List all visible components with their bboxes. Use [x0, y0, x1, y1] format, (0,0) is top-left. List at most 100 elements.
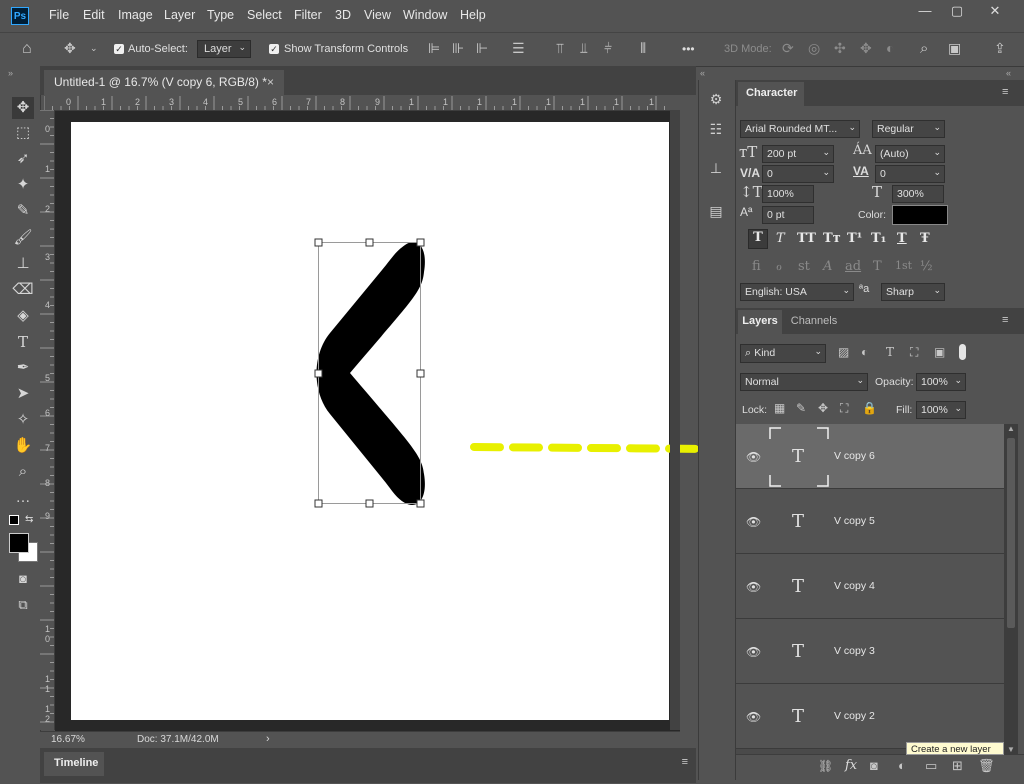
- subscript-button[interactable]: T₁: [871, 231, 886, 246]
- layer-name[interactable]: V copy 6: [834, 450, 875, 462]
- titling-alternates-button[interactable]: T: [873, 259, 882, 274]
- old-style-button[interactable]: ℴ: [776, 259, 782, 274]
- underline-button[interactable]: T: [897, 231, 907, 246]
- adjustments-icon[interactable]: ☷: [706, 121, 726, 141]
- ligatures-button[interactable]: ﬁ: [752, 259, 761, 274]
- trash-icon[interactable]: 🗑: [978, 758, 995, 774]
- layer-row[interactable]: 👁 T V copy 6: [736, 424, 1004, 489]
- zoom-level[interactable]: 16.67%: [51, 734, 85, 745]
- layer-filter-select[interactable]: ⌕ Kind ⌄: [740, 344, 826, 363]
- tab-layers[interactable]: Layers: [738, 310, 782, 334]
- layer-row[interactable]: 👁 T V copy 3: [736, 619, 1004, 684]
- lock-all-icon[interactable]: 🔒: [862, 401, 877, 415]
- layer-name[interactable]: V copy 3: [834, 645, 875, 657]
- layer-name[interactable]: V copy 4: [834, 580, 875, 592]
- layer-name[interactable]: V copy 2: [834, 710, 875, 722]
- strikethrough-button[interactable]: Ŧ: [920, 231, 930, 246]
- fractions-button[interactable]: ½: [920, 259, 933, 274]
- leading-field[interactable]: (Auto) ⌄: [875, 145, 945, 163]
- type-icon: T: [791, 575, 804, 597]
- vertical-scale-value: 100%: [767, 188, 794, 200]
- kerning-icon: V/A: [740, 166, 761, 180]
- font-style-select[interactable]: Regular ⌄: [872, 120, 945, 138]
- language-select[interactable]: English: USA ⌄: [740, 283, 854, 301]
- link-layers-icon[interactable]: ⛓: [818, 759, 833, 773]
- tab-channels[interactable]: Channels: [786, 310, 842, 334]
- faux-bold-button[interactable]: T: [748, 229, 768, 249]
- antialias-select[interactable]: Sharp ⌄: [881, 283, 945, 301]
- layer-row[interactable]: 👁 T V copy 4: [736, 554, 1004, 619]
- collapse-icon[interactable]: «: [700, 68, 705, 78]
- font-family-select[interactable]: Arial Rounded MT... ⌄: [740, 120, 860, 138]
- tab-character[interactable]: Character: [738, 82, 804, 106]
- brush-settings-icon[interactable]: ⚙: [706, 91, 726, 111]
- layer-filter-value: Kind: [754, 347, 776, 359]
- blend-mode-select[interactable]: Normal ⌄: [740, 373, 868, 391]
- chevron-down-icon: ⌄: [842, 285, 850, 295]
- tracking-field[interactable]: 0 ⌄: [875, 165, 945, 183]
- ordinals-button[interactable]: 1st: [895, 259, 912, 272]
- type-layer-thumbnail: T: [768, 686, 828, 746]
- scrollbar-thumb[interactable]: [1007, 438, 1015, 628]
- visibility-eye-icon[interactable]: 👁: [746, 580, 761, 594]
- adjustment-layer-icon[interactable]: ◐: [898, 758, 906, 773]
- font-size-field[interactable]: 200 pt ⌄: [762, 145, 834, 163]
- horizontal-scale-field[interactable]: 300%: [892, 185, 944, 203]
- layer-row[interactable]: 👁 T V copy 2: [736, 684, 1004, 749]
- type-icon: T: [791, 705, 804, 727]
- type-layer-thumbnail: T: [768, 556, 828, 616]
- swash-button[interactable]: A: [823, 259, 832, 274]
- new-layer-icon[interactable]: ⊞: [952, 758, 963, 774]
- stylistic-alternates-button[interactable]: ad: [845, 259, 861, 274]
- layer-name[interactable]: V copy 5: [834, 515, 875, 527]
- kerning-field[interactable]: 0 ⌄: [762, 165, 834, 183]
- layer-row[interactable]: 👁 T V copy 5: [736, 489, 1004, 554]
- all-caps-button[interactable]: TT: [797, 231, 816, 246]
- visibility-eye-icon[interactable]: 👁: [746, 645, 761, 659]
- status-menu-icon[interactable]: ›: [266, 733, 270, 745]
- new-group-icon[interactable]: ▭: [925, 758, 937, 774]
- panel-menu-icon[interactable]: ≡: [682, 756, 688, 768]
- vertical-scale-field[interactable]: 100%: [762, 185, 814, 203]
- layers-scrollbar[interactable]: ▲ ▼: [1004, 424, 1018, 754]
- scroll-down-icon[interactable]: ▼: [1007, 745, 1015, 754]
- filter-adjustment-icon[interactable]: ◐: [861, 345, 868, 359]
- small-caps-button[interactable]: Tт: [823, 231, 841, 246]
- lock-transparent-icon[interactable]: ▦: [774, 401, 785, 415]
- visibility-eye-icon[interactable]: 👁: [746, 450, 761, 464]
- filter-type-icon[interactable]: T: [886, 345, 894, 359]
- filter-pixel-icon[interactable]: ▨: [838, 345, 849, 359]
- faux-italic-button[interactable]: T: [776, 231, 785, 246]
- lock-position-icon[interactable]: ✥: [818, 401, 828, 415]
- timeline-tab[interactable]: Timeline: [44, 752, 104, 776]
- opacity-field[interactable]: 100% ⌄: [916, 373, 966, 391]
- visibility-eye-icon[interactable]: 👁: [746, 515, 761, 529]
- opacity-label: Opacity:: [875, 376, 914, 388]
- filter-toggle[interactable]: [959, 344, 966, 360]
- baseline-shift-field[interactable]: 0 pt: [762, 206, 814, 224]
- fill-value: 100%: [921, 404, 948, 416]
- scroll-up-icon[interactable]: ▲: [1007, 424, 1015, 433]
- panel-menu-icon[interactable]: ≡: [1002, 86, 1008, 98]
- lock-pixels-icon[interactable]: ✎: [796, 401, 806, 415]
- fx-icon[interactable]: fx: [845, 758, 857, 773]
- filter-smart-object-icon[interactable]: ▣: [934, 345, 945, 359]
- visibility-eye-icon[interactable]: 👁: [746, 710, 761, 724]
- selection-corners: [769, 427, 829, 487]
- fill-field[interactable]: 100% ⌄: [916, 401, 966, 419]
- type-layer-thumbnail: T: [768, 491, 828, 551]
- clone-source-icon[interactable]: ⊥: [706, 160, 726, 180]
- chevron-down-icon: ⌄: [822, 147, 830, 157]
- discretionary-ligatures-button[interactable]: st: [798, 259, 810, 274]
- collapse-icon[interactable]: «: [1006, 68, 1011, 78]
- properties-icon[interactable]: ▤: [706, 203, 726, 223]
- lock-artboard-icon[interactable]: ⛶: [840, 401, 848, 416]
- text-color-swatch[interactable]: [892, 205, 948, 225]
- baseline-shift-value: 0 pt: [767, 209, 785, 221]
- add-mask-icon[interactable]: ◙: [870, 758, 878, 773]
- type-layer-thumbnail: T: [768, 621, 828, 681]
- filter-shape-icon[interactable]: ⛶: [910, 345, 918, 360]
- canvas-scrollbar[interactable]: [670, 110, 680, 730]
- superscript-button[interactable]: T¹: [847, 231, 862, 246]
- panel-menu-icon[interactable]: ≡: [1002, 314, 1008, 326]
